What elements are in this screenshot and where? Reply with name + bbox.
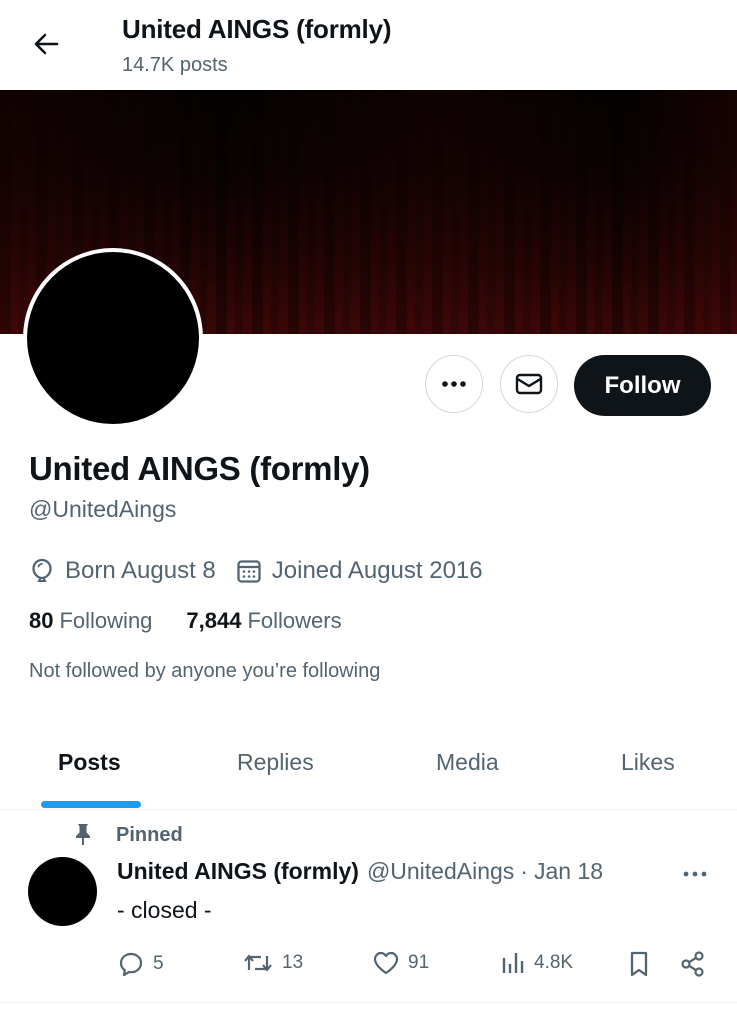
tweet-actions: 5 13 91 4.8K bbox=[117, 950, 717, 982]
reply-count: 5 bbox=[153, 953, 164, 974]
tweet-date[interactable]: Jan 18 bbox=[534, 858, 603, 885]
profile-avatar[interactable] bbox=[27, 252, 199, 424]
follow-stats: 80 Following 7,844 Followers bbox=[29, 608, 376, 634]
joined-text: Joined August 2016 bbox=[271, 557, 483, 584]
follow-button[interactable]: Follow bbox=[574, 355, 711, 416]
tab-replies[interactable]: Replies bbox=[237, 735, 314, 809]
share-button[interactable] bbox=[679, 950, 715, 978]
view-count: 4.8K bbox=[534, 952, 574, 973]
profile-display-name: United AINGS (formly) bbox=[29, 450, 370, 487]
calendar-icon bbox=[236, 558, 262, 584]
active-tab-indicator bbox=[41, 801, 141, 808]
tweet-more-button[interactable] bbox=[678, 860, 712, 888]
tab-media[interactable]: Media bbox=[436, 735, 499, 809]
following-link[interactable]: 80 Following bbox=[29, 608, 152, 634]
bookmark-icon bbox=[627, 950, 659, 978]
back-button[interactable] bbox=[26, 24, 66, 64]
tweet-author-name[interactable]: United AINGS (formly) bbox=[117, 858, 359, 885]
followers-link[interactable]: 7,844 Followers bbox=[186, 608, 341, 634]
joined-item: Joined August 2016 bbox=[236, 557, 483, 585]
heart-icon bbox=[372, 950, 408, 976]
tweet-separator: · bbox=[520, 858, 528, 884]
profile-tabs: Posts Replies Media Likes bbox=[0, 735, 737, 810]
views-button[interactable]: 4.8K bbox=[500, 950, 573, 976]
pin-icon bbox=[74, 823, 92, 847]
more-options-button[interactable] bbox=[425, 355, 483, 413]
profile-handle: @UnitedAings bbox=[29, 496, 177, 522]
tweet-text: - closed - bbox=[117, 897, 212, 923]
profile-meta: Born August 8 Joined August 2016 bbox=[29, 555, 503, 587]
like-button[interactable]: 91 bbox=[372, 950, 429, 976]
share-icon bbox=[679, 950, 715, 978]
pinned-indicator: Pinned bbox=[74, 823, 183, 847]
more-horizontal-icon bbox=[441, 380, 467, 388]
tweet-header: United AINGS (formly) @UnitedAings · Jan… bbox=[117, 858, 603, 885]
reply-button[interactable]: 5 bbox=[117, 950, 164, 978]
born-text: Born August 8 bbox=[65, 557, 216, 584]
tweet-author-handle[interactable]: @UnitedAings bbox=[367, 858, 514, 885]
envelope-icon bbox=[515, 372, 543, 396]
retweet-button[interactable]: 13 bbox=[242, 950, 303, 976]
tab-posts[interactable]: Posts bbox=[58, 735, 121, 809]
message-button[interactable] bbox=[500, 355, 558, 413]
retweet-icon bbox=[242, 950, 282, 976]
following-label: Following bbox=[59, 608, 153, 633]
analytics-icon bbox=[500, 950, 534, 976]
balloon-icon bbox=[29, 557, 55, 585]
pinned-label: Pinned bbox=[116, 823, 183, 846]
tweet-divider bbox=[0, 1002, 737, 1003]
more-horizontal-icon bbox=[682, 870, 708, 878]
birthday-item: Born August 8 bbox=[29, 557, 216, 585]
tab-likes[interactable]: Likes bbox=[621, 735, 675, 809]
followers-count: 7,844 bbox=[186, 608, 242, 633]
followers-label: Followers bbox=[247, 608, 342, 633]
header-posts-count: 14.7K posts bbox=[122, 54, 228, 76]
not-followed-notice: Not followed by anyone you’re following bbox=[29, 660, 381, 682]
arrow-left-icon bbox=[33, 32, 59, 56]
bookmark-button[interactable] bbox=[627, 950, 659, 978]
header-title: United AINGS (formly) bbox=[122, 14, 392, 44]
tweet-author-avatar[interactable] bbox=[28, 857, 97, 926]
retweet-count: 13 bbox=[282, 952, 304, 973]
reply-icon bbox=[117, 950, 153, 978]
following-count: 80 bbox=[29, 608, 54, 633]
like-count: 91 bbox=[408, 952, 430, 973]
